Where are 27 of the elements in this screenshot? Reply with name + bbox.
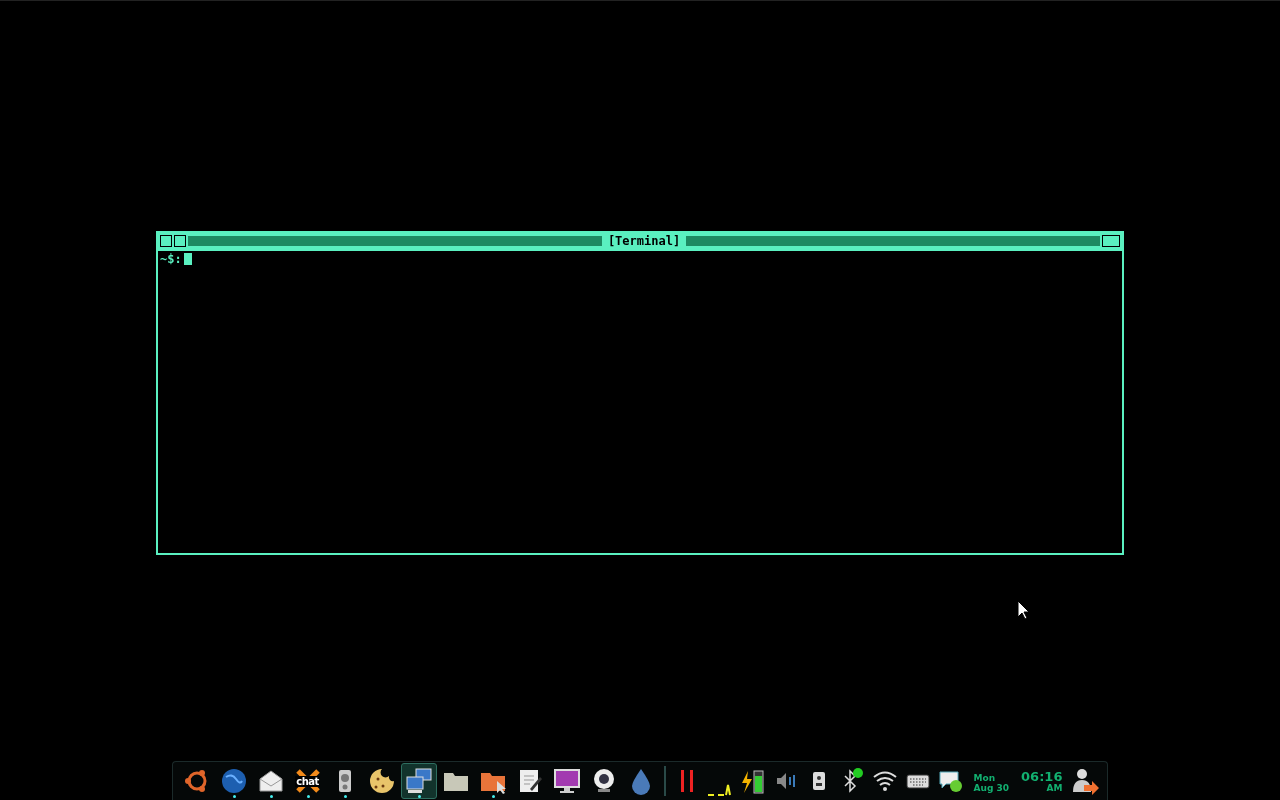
dock-launcher[interactable]: chat (289, 763, 326, 799)
clock-time: 06:16 (1021, 769, 1063, 783)
load-graph-icon (707, 784, 732, 796)
monitor-icon (552, 767, 581, 795)
clock-date: Aug 30 (973, 782, 1010, 793)
text-cursor (183, 253, 192, 265)
running-indicator (343, 795, 347, 798)
cookie-icon (367, 767, 396, 795)
running-indicator (232, 795, 236, 798)
user-logout-icon[interactable] (1070, 766, 1101, 796)
charging-battery-icon (739, 767, 766, 795)
maximize-button[interactable] (1102, 235, 1120, 247)
running-indicator (269, 795, 273, 798)
window-menu-button[interactable] (160, 235, 172, 247)
chat-logo-text: chat (295, 775, 320, 787)
shell-prompt: ~$: (160, 252, 182, 266)
dock-launcher[interactable] (400, 763, 437, 799)
minimize-button[interactable] (174, 235, 186, 247)
networked-computers-icon (404, 767, 433, 795)
clock-ampm: AM (1045, 782, 1063, 793)
clock-day: Mon (973, 772, 1010, 783)
globe-icon (219, 767, 248, 795)
running-indicator (491, 795, 495, 798)
running-indicator (306, 795, 310, 798)
running-indicator (417, 795, 421, 798)
mouse-pointer-icon (1017, 600, 1031, 620)
window-title: [Terminal] (606, 234, 682, 248)
